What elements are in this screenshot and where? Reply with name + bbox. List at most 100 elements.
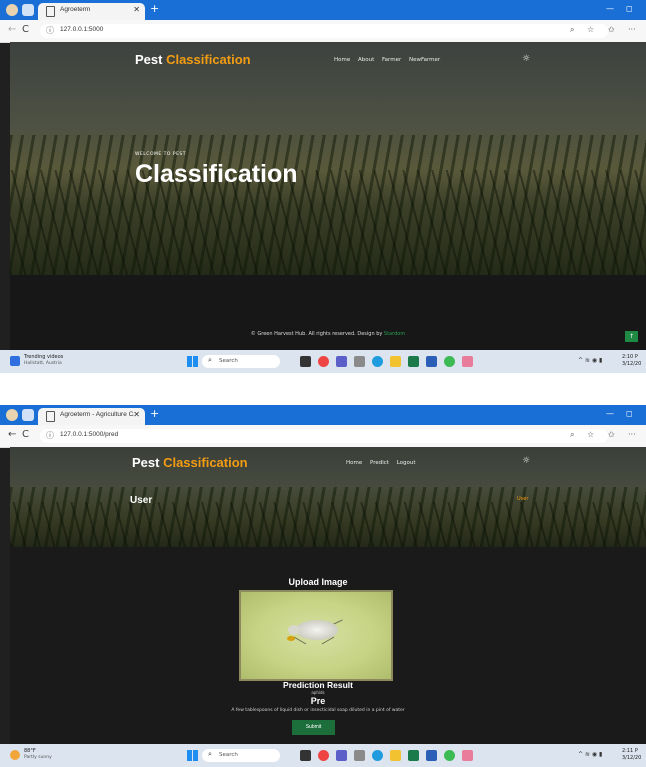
main-nav: Home Predict Logout xyxy=(346,460,422,466)
minimize-icon[interactable]: — xyxy=(606,409,614,418)
folder-icon[interactable] xyxy=(390,356,401,367)
search-icon: ⌕ xyxy=(208,356,212,364)
word-icon[interactable] xyxy=(426,356,437,367)
info-icon[interactable]: ⓘ xyxy=(46,430,54,441)
refresh-icon[interactable]: C xyxy=(22,24,29,35)
windows-icon[interactable] xyxy=(187,356,198,367)
store-icon[interactable] xyxy=(408,750,419,761)
profile-icon[interactable] xyxy=(6,4,18,16)
upload-title: Upload Image xyxy=(288,577,348,587)
screenshot-prediction: Agroeterm - Agriculture Categor ✕ + — ◻ … xyxy=(0,405,646,767)
browser-tab[interactable]: Agroeterm - Agriculture Categor ✕ xyxy=(38,408,145,425)
zoom-icon[interactable]: ⌕ xyxy=(570,25,574,35)
app-icon[interactable] xyxy=(318,356,329,367)
star-icon[interactable]: ☆ xyxy=(587,25,594,34)
submit-button[interactable]: Submit xyxy=(292,720,335,735)
back-arrow-icon[interactable]: ← xyxy=(8,429,16,440)
vscode-icon[interactable] xyxy=(462,356,473,367)
page-label: User xyxy=(130,495,153,506)
prediction-panel: Upload Image Prediction Result aphids Pr… xyxy=(10,547,646,744)
plus-icon[interactable]: + xyxy=(150,2,159,15)
breadcrumb-user[interactable]: User xyxy=(517,496,528,502)
uploaded-pest-image[interactable] xyxy=(239,590,393,681)
close-icon[interactable]: ✕ xyxy=(133,410,140,419)
sun-icon[interactable]: ☼ xyxy=(522,54,530,64)
app-icon[interactable] xyxy=(318,750,329,761)
widget-icon xyxy=(10,356,20,366)
settings-icon[interactable] xyxy=(354,356,365,367)
word-icon[interactable] xyxy=(426,750,437,761)
designer-link[interactable]: Stardom xyxy=(384,331,405,337)
clock[interactable]: 2:11 P 3/12/20 xyxy=(622,748,641,762)
search-label: Search xyxy=(219,752,238,758)
maximize-icon[interactable]: ◻ xyxy=(626,4,633,13)
vscode-icon[interactable] xyxy=(462,750,473,761)
settings-icon[interactable] xyxy=(354,750,365,761)
system-tray-icons[interactable]: ^ ≋ ◉ ▮ xyxy=(578,357,602,364)
nav-newfarmer[interactable]: NewFarmer xyxy=(409,57,440,63)
copyright-text: © Green Harvest Hub. All rights reserved… xyxy=(10,331,646,337)
logo-accent: Classification xyxy=(163,455,248,470)
chrome-icon[interactable] xyxy=(444,750,455,761)
address-bar: ← C ⓘ 127.0.0.1:5000/pred ⌕ ☆ ✩ ··· xyxy=(0,425,646,448)
hero-headline: Classification xyxy=(135,160,298,188)
windows-icon[interactable] xyxy=(187,750,198,761)
favorites-icon[interactable]: ✩ xyxy=(608,430,615,439)
nav-logout[interactable]: Logout xyxy=(397,460,416,466)
nav-farmer[interactable]: Farmer xyxy=(382,57,401,63)
clock-time: 2:11 P xyxy=(622,748,638,754)
maximize-icon[interactable]: ◻ xyxy=(626,409,633,418)
clock[interactable]: 2:10 P 3/12/20 xyxy=(622,354,641,368)
nav-predict[interactable]: Predict xyxy=(370,460,389,466)
system-tray-icons[interactable]: ^ ≋ ◉ ▮ xyxy=(578,751,602,758)
clock-date: 3/12/20 xyxy=(622,361,642,367)
back-to-top-button[interactable]: ↑ xyxy=(625,331,638,342)
tab-title: Agroeterm - Agriculture Categor xyxy=(60,411,134,418)
nav-home[interactable]: Home xyxy=(334,57,350,63)
nav-home[interactable]: Home xyxy=(346,460,362,466)
chrome-icon[interactable] xyxy=(444,356,455,367)
logo-accent: Classification xyxy=(166,52,251,67)
pest-head xyxy=(288,625,300,635)
weather-temp: 88°F xyxy=(24,748,36,754)
task-view-icon[interactable] xyxy=(300,750,311,761)
zoom-icon[interactable]: ⌕ xyxy=(570,430,574,440)
copyright-label: © Green Harvest Hub. All rights reserved… xyxy=(250,331,384,337)
edge-icon[interactable] xyxy=(372,750,383,761)
taskbar-search[interactable]: ⌕ Search xyxy=(202,355,280,368)
url-field[interactable]: ⓘ 127.0.0.1:5000 xyxy=(40,24,608,38)
prediction-title: Prediction Result xyxy=(283,680,353,690)
star-icon[interactable]: ☆ xyxy=(587,430,594,439)
minimize-icon[interactable]: — xyxy=(606,4,614,13)
profile-icon[interactable] xyxy=(6,409,18,421)
favorites-icon[interactable]: ✩ xyxy=(608,25,615,34)
sun-icon[interactable]: ☼ xyxy=(522,456,530,466)
hero-section: Pest Classification Home About Farmer Ne… xyxy=(10,42,646,275)
hero-kicker: WELCOME TO PEST xyxy=(135,152,187,157)
url-field[interactable]: ⓘ 127.0.0.1:5000/pred xyxy=(40,429,608,443)
back-arrow-icon[interactable]: ← xyxy=(8,24,16,35)
edge-icon[interactable] xyxy=(372,356,383,367)
address-bar: ← C ⓘ 127.0.0.1:5000 ⌕ ☆ ✩ ··· xyxy=(0,20,646,43)
plus-icon[interactable]: + xyxy=(150,407,159,420)
folder-icon[interactable] xyxy=(390,750,401,761)
more-icon[interactable]: ··· xyxy=(628,25,636,34)
close-icon[interactable]: ✕ xyxy=(133,5,140,14)
store-icon[interactable] xyxy=(408,356,419,367)
nav-about[interactable]: About xyxy=(358,57,374,63)
more-icon[interactable]: ··· xyxy=(628,430,636,439)
info-icon[interactable]: ⓘ xyxy=(46,25,54,36)
teams-icon[interactable] xyxy=(336,356,347,367)
site-logo[interactable]: Pest Classification xyxy=(132,455,248,470)
tab-actions-icon[interactable] xyxy=(22,4,34,16)
browser-tab[interactable]: Agroeterm ✕ xyxy=(38,3,145,20)
refresh-icon[interactable]: C xyxy=(22,429,29,440)
prediction-label: Pre xyxy=(310,696,326,706)
task-view-icon[interactable] xyxy=(300,356,311,367)
site-logo[interactable]: Pest Classification xyxy=(135,52,251,67)
teams-icon[interactable] xyxy=(336,750,347,761)
field-foreground xyxy=(10,170,646,275)
tab-actions-icon[interactable] xyxy=(22,409,34,421)
search-label: Search xyxy=(219,358,238,364)
taskbar-search[interactable]: ⌕ Search xyxy=(202,749,280,762)
